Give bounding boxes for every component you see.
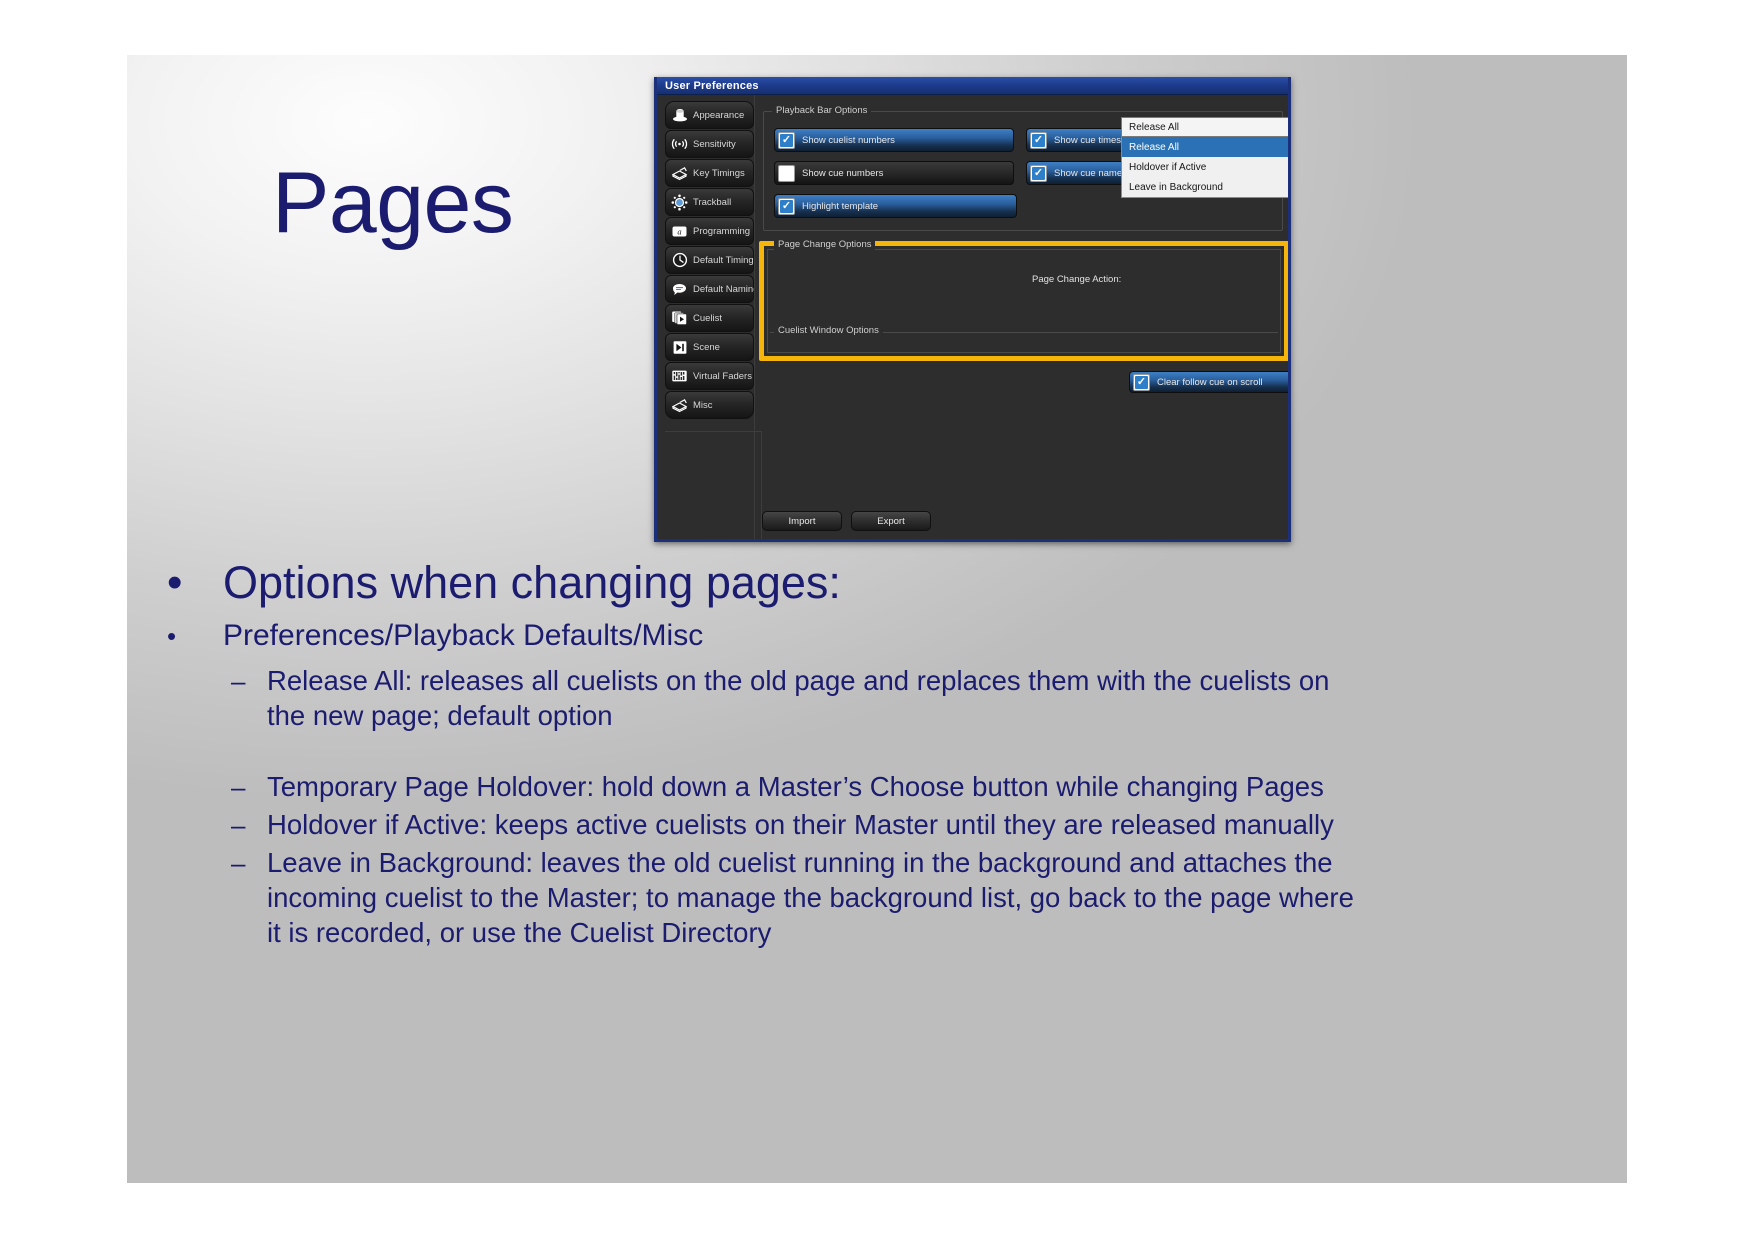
box-open-icon bbox=[671, 397, 688, 414]
export-button[interactable]: Export bbox=[851, 511, 931, 531]
bullet-level3: – Release All: releases all cuelists on … bbox=[167, 663, 1587, 733]
sidebar-item-default-timing[interactable]: Default Timing bbox=[665, 246, 754, 274]
dropdown-option-release-all[interactable]: Release All bbox=[1122, 137, 1288, 157]
option-label: Show cue names bbox=[1054, 167, 1127, 179]
checkbox-unchecked-icon[interactable] bbox=[778, 164, 795, 182]
group-label: Page Change Options bbox=[774, 239, 876, 250]
sidebar-item-label: Cuelist bbox=[693, 312, 723, 324]
option-label: Highlight template bbox=[802, 200, 879, 212]
sidebar-item-key-timings[interactable]: Key Timings bbox=[665, 159, 754, 187]
sidebar-item-appearance[interactable]: Appearance bbox=[665, 101, 754, 129]
page-change-action-label: Page Change Action: bbox=[1032, 274, 1122, 285]
sidebar-item-sensitivity[interactable]: Sensitivity bbox=[665, 130, 754, 158]
bullet-marker: – bbox=[231, 810, 246, 840]
checkbox-checked-icon[interactable]: ✓ bbox=[1030, 131, 1047, 149]
bullet-level3: – Leave in Background: leaves the old cu… bbox=[167, 845, 1587, 950]
sidebar-item-trackball[interactable]: Trackball bbox=[665, 188, 754, 216]
page-change-action-dropdown-list[interactable]: Release All Holdover if Active Leave in … bbox=[1121, 137, 1288, 198]
sidebar-item-label: Misc bbox=[693, 399, 713, 411]
cuelist-window-options-label: Cuelist Window Options bbox=[774, 325, 883, 336]
group-label: Playback Bar Options bbox=[772, 105, 872, 116]
svg-text:a: a bbox=[677, 226, 681, 236]
bullet-spacer bbox=[167, 735, 1587, 769]
option-label: Show cue times bbox=[1054, 134, 1122, 146]
sidebar-item-virtual-faders[interactable]: Virtual Faders bbox=[665, 362, 754, 390]
bullet-text: Release All: releases all cuelists on th… bbox=[267, 665, 1330, 731]
slide-canvas: Pages User Preferences Appearance Sensit… bbox=[127, 55, 1627, 1183]
sidebar-item-label: Programming bbox=[693, 225, 751, 237]
option-label: Show cue numbers bbox=[802, 167, 884, 179]
a-key-icon: a bbox=[671, 223, 688, 240]
speech-bubble-icon bbox=[671, 281, 688, 298]
sidebar-item-default-naming[interactable]: Default Naming bbox=[665, 275, 758, 303]
hat-icon bbox=[671, 107, 688, 124]
cuelist-stack-icon bbox=[671, 310, 688, 327]
sidebar-item-misc[interactable]: Misc bbox=[665, 391, 754, 419]
page-change-options-group-highlighted: Page Change Options Page Change Action: … bbox=[759, 239, 1288, 361]
sidebar-item-label: Virtual Faders bbox=[693, 370, 752, 382]
import-button[interactable]: Import bbox=[762, 511, 842, 531]
checkbox-checked-icon[interactable]: ✓ bbox=[778, 131, 795, 149]
option-label: Clear follow cue on scroll bbox=[1157, 376, 1263, 388]
user-preferences-window: User Preferences Appearance Sensitivity … bbox=[654, 77, 1291, 542]
sidebar-item-label: Default Naming bbox=[693, 283, 759, 295]
faders-icon bbox=[671, 368, 688, 385]
dropdown-option-holdover-if-active[interactable]: Holdover if Active bbox=[1122, 157, 1288, 177]
bullet-text: Holdover if Active: keeps active cuelist… bbox=[267, 809, 1334, 840]
trackball-icon bbox=[671, 194, 688, 211]
group-border bbox=[767, 249, 1281, 353]
sidebar-item-label: Appearance bbox=[693, 109, 745, 121]
bullet-text: Preferences/Playback Defaults/Misc bbox=[223, 619, 704, 652]
clock-icon bbox=[671, 252, 688, 269]
option-label: Show cuelist numbers bbox=[802, 134, 895, 146]
bullet-text: Leave in Background: leaves the old cuel… bbox=[267, 847, 1354, 948]
bullet-marker: – bbox=[231, 848, 246, 878]
bullet-marker: – bbox=[231, 772, 246, 802]
skip-next-icon bbox=[671, 339, 688, 356]
sidebar-item-label: Sensitivity bbox=[693, 138, 736, 150]
checkbox-checked-icon[interactable]: ✓ bbox=[1030, 164, 1047, 182]
sidebar-item-programming[interactable]: a Programming bbox=[665, 217, 754, 245]
preferences-content-pane: Playback Bar Options ✓ Show cuelist numb… bbox=[754, 95, 1288, 539]
option-show-cuelist-numbers[interactable]: ✓ Show cuelist numbers bbox=[774, 128, 1014, 152]
footer-button-row: Import Export bbox=[762, 511, 931, 531]
option-highlight-template[interactable]: ✓ Highlight template bbox=[774, 194, 1017, 218]
bullet-level2: • Preferences/Playback Defaults/Misc bbox=[167, 615, 1587, 657]
select-value: Release All bbox=[1129, 121, 1180, 133]
bullet-level3: – Holdover if Active: keeps active cueli… bbox=[167, 807, 1587, 843]
option-clear-follow-cue-on-scroll[interactable]: ✓ Clear follow cue on scroll bbox=[1129, 371, 1288, 393]
checkbox-checked-icon[interactable]: ✓ bbox=[1133, 373, 1150, 391]
signal-waves-icon bbox=[671, 136, 688, 153]
sidebar-item-label: Key Timings bbox=[693, 167, 745, 179]
box-open-icon bbox=[671, 165, 688, 182]
bullet-text: Options when changing pages: bbox=[223, 557, 841, 608]
bullet-text: Temporary Page Holdover: hold down a Mas… bbox=[267, 771, 1324, 802]
bullet-level3: – Temporary Page Holdover: hold down a M… bbox=[167, 769, 1587, 805]
checkbox-checked-icon[interactable]: ✓ bbox=[778, 197, 795, 215]
page-title: Pages bbox=[272, 155, 514, 251]
slide-body-bullets: • Options when changing pages: • Prefere… bbox=[167, 555, 1587, 952]
sidebar-item-cuelist[interactable]: Cuelist bbox=[665, 304, 754, 332]
bullet-level1: • Options when changing pages: bbox=[167, 555, 1587, 611]
sidebar-item-label: Scene bbox=[693, 341, 720, 353]
page-change-action-select[interactable]: Release All bbox=[1121, 117, 1288, 137]
window-titlebar: User Preferences bbox=[657, 77, 1288, 95]
sidebar-item-label: Trackball bbox=[693, 196, 732, 208]
bullet-marker: • bbox=[167, 621, 177, 651]
window-title: User Preferences bbox=[665, 79, 759, 92]
bullet-marker: • bbox=[167, 558, 183, 607]
dropdown-option-leave-in-background[interactable]: Leave in Background bbox=[1122, 177, 1288, 197]
window-body: Appearance Sensitivity Key Timings Track… bbox=[657, 95, 1288, 539]
sidebar-item-scene[interactable]: Scene bbox=[665, 333, 754, 361]
bullet-marker: – bbox=[231, 666, 246, 696]
option-show-cue-numbers[interactable]: Show cue numbers bbox=[774, 161, 1014, 185]
sidebar-lower-frame bbox=[665, 431, 762, 539]
sidebar-item-label: Default Timing bbox=[693, 254, 754, 266]
